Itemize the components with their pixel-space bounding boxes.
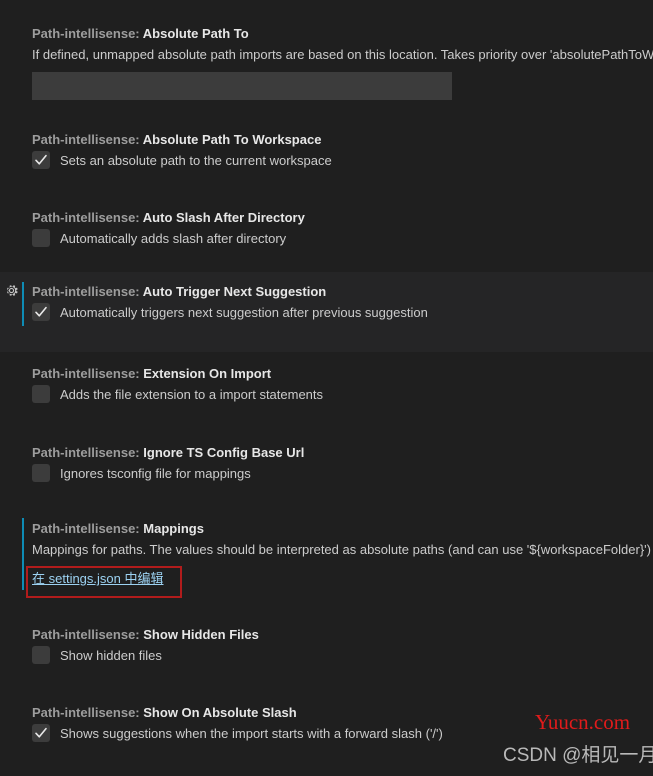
site-watermark: Yuucn.com: [535, 710, 631, 734]
setting-name: Extension On Import: [143, 366, 272, 381]
setting-title: Path-intellisense: Extension On Import: [32, 365, 271, 382]
setting-title: Path-intellisense: Mappings: [32, 520, 204, 537]
setting-category: Path-intellisense:: [32, 705, 140, 720]
edit-in-settings-json-link[interactable]: 在 settings.json 中编辑: [32, 570, 164, 588]
checkbox-label: Ignores tsconfig file for mappings: [60, 466, 251, 481]
setting-category: Path-intellisense:: [32, 521, 140, 536]
checkmark-icon: [35, 154, 47, 165]
setting-description: Mappings for paths. The values should be…: [32, 542, 651, 557]
checkbox-checked[interactable]: [32, 151, 50, 169]
setting-category: Path-intellisense:: [32, 445, 140, 460]
setting-title: Path-intellisense: Ignore TS Config Base…: [32, 444, 304, 461]
setting-name: Auto Slash After Directory: [142, 210, 305, 225]
setting-title: Path-intellisense: Auto Slash After Dire…: [32, 209, 305, 226]
setting-row-absolute-path-to-workspace[interactable]: Path-intellisense: Absolute Path To Work…: [0, 128, 653, 176]
setting-name: Auto Trigger Next Suggestion: [142, 284, 327, 299]
setting-name: Absolute Path To Workspace: [142, 132, 322, 147]
setting-category: Path-intellisense:: [32, 627, 140, 642]
setting-title: Path-intellisense: Auto Trigger Next Sug…: [32, 283, 326, 300]
modified-accent-bar: [22, 518, 24, 590]
setting-title: Path-intellisense: Show On Absolute Slas…: [32, 704, 297, 721]
checkbox-label: Sets an absolute path to the current wor…: [60, 153, 332, 168]
setting-category: Path-intellisense:: [32, 284, 140, 299]
setting-row-mappings[interactable]: Path-intellisense: Mappings Mappings for…: [0, 518, 653, 602]
settings-list: Path-intellisense: Absolute Path To If d…: [0, 0, 653, 776]
setting-name: Absolute Path To: [142, 26, 249, 41]
setting-title: Path-intellisense: Absolute Path To Work…: [32, 131, 321, 148]
setting-name: Show Hidden Files: [143, 627, 259, 642]
setting-name: Show On Absolute Slash: [143, 705, 297, 720]
setting-row-auto-slash-after-directory[interactable]: Path-intellisense: Auto Slash After Dire…: [0, 206, 653, 254]
setting-name: Mappings: [143, 521, 204, 536]
checkbox-label: Shows suggestions when the import starts…: [60, 726, 443, 741]
setting-row-show-hidden-files[interactable]: Path-intellisense: Show Hidden Files Sho…: [0, 623, 653, 671]
checkbox-checked[interactable]: [32, 303, 50, 321]
setting-row-ignore-ts-config-base-url[interactable]: Path-intellisense: Ignore TS Config Base…: [0, 441, 653, 489]
checkbox-unchecked[interactable]: [32, 646, 50, 664]
gear-icon[interactable]: [4, 283, 19, 298]
setting-name: Ignore TS Config Base Url: [143, 445, 305, 460]
author-watermark: CSDN @相见一月: [503, 745, 653, 766]
checkbox-checked[interactable]: [32, 724, 50, 742]
setting-title: Path-intellisense: Show Hidden Files: [32, 626, 259, 643]
checkmark-icon: [35, 727, 47, 738]
setting-row-extension-on-import[interactable]: Path-intellisense: Extension On Import A…: [0, 362, 653, 410]
setting-category: Path-intellisense:: [32, 366, 140, 381]
setting-row-auto-trigger-next-suggestion[interactable]: Path-intellisense: Auto Trigger Next Sug…: [0, 272, 653, 352]
checkbox-unchecked[interactable]: [32, 385, 50, 403]
setting-category: Path-intellisense:: [32, 132, 140, 147]
setting-title: Path-intellisense: Absolute Path To: [32, 25, 249, 42]
absolute-path-to-input[interactable]: [32, 72, 452, 100]
setting-category: Path-intellisense:: [32, 26, 140, 41]
checkbox-label: Adds the file extension to a import stat…: [60, 387, 324, 402]
checkmark-icon: [35, 306, 47, 317]
checkbox-label: Show hidden files: [60, 648, 162, 663]
setting-description: If defined, unmapped absolute path impor…: [32, 47, 653, 62]
modified-accent-bar: [22, 282, 24, 326]
checkbox-unchecked[interactable]: [32, 464, 50, 482]
checkbox-unchecked[interactable]: [32, 229, 50, 247]
setting-row-absolute-path-to[interactable]: Path-intellisense: Absolute Path To If d…: [0, 22, 653, 100]
checkbox-label: Automatically adds slash after directory: [60, 231, 287, 246]
checkbox-label: Automatically triggers next suggestion a…: [60, 305, 428, 320]
setting-category: Path-intellisense:: [32, 210, 140, 225]
